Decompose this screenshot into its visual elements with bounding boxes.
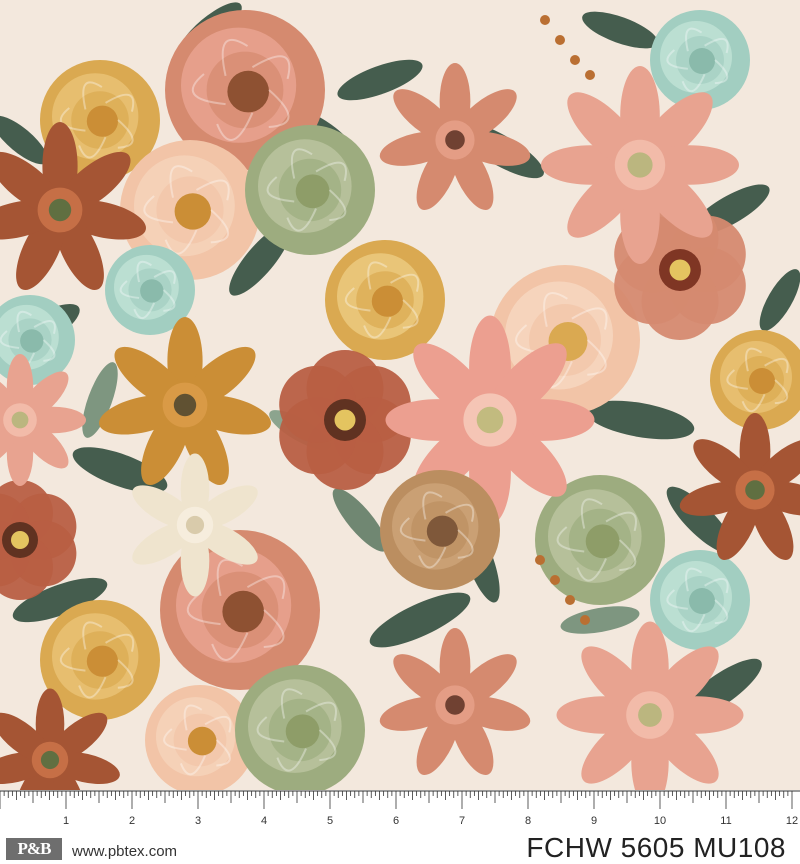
ruler-number: 12 [786,815,798,827]
ruler-number: 11 [720,815,731,827]
pb-logo: P&B [6,838,62,860]
floral-fabric-swatch [0,0,800,790]
ruler-number: 10 [654,815,666,827]
product-image: 1 2 3 4 5 6 7 8 9 10 11 12 P&B www.pbtex.com FCHW 5… [0,0,800,864]
ruler-number: 2 [129,815,135,827]
inch-ruler: 1 2 3 4 5 6 7 8 9 10 11 12 [0,790,800,830]
ruler-number: 3 [195,815,201,827]
ruler-number: 5 [327,815,333,827]
ruler-number: 9 [591,815,597,827]
website-url: www.pbtex.com [72,843,178,860]
ruler-number: 6 [393,815,399,827]
ruler-number: 8 [525,815,531,827]
ruler-number: 4 [261,815,267,827]
ruler-number: 1 [63,815,69,827]
footer-bar: P&B www.pbtex.com FCHW 5605 MU108 [0,830,800,864]
ruler-number: 7 [459,815,465,827]
product-code: FCHW 5605 MU108 [526,832,786,863]
